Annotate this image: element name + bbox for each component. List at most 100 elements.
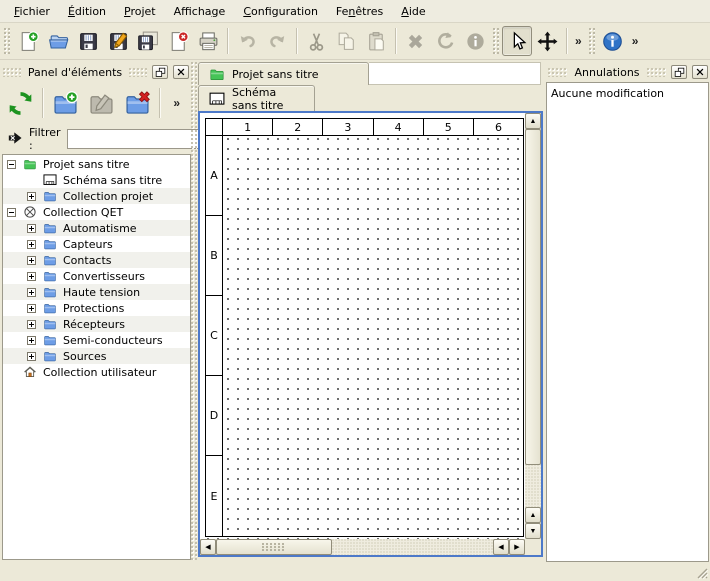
undo-button[interactable] (232, 26, 262, 56)
element-infos-button[interactable] (460, 26, 490, 56)
delete-category-button[interactable] (119, 85, 155, 121)
diagram-canvas[interactable]: 123456 ABCDE (200, 113, 525, 539)
cut-button[interactable] (301, 26, 331, 56)
column-header: 5 (424, 119, 474, 135)
tree-item-recepteurs[interactable]: Récepteurs (3, 316, 190, 332)
expand-icon[interactable] (27, 240, 36, 249)
collapse-icon[interactable] (7, 208, 16, 217)
tree-item-collection-qet[interactable]: Collection QET (3, 204, 190, 220)
paste-button[interactable] (361, 26, 391, 56)
schema-tab-label: Schéma sans titre (232, 86, 304, 112)
scroll-up-button[interactable] (525, 113, 541, 129)
scroll-left-button[interactable] (493, 539, 509, 555)
tab-schema-sans-titre[interactable]: Schéma sans titre (198, 85, 315, 111)
tree-item-schema-sans-titre[interactable]: Schéma sans titre (3, 172, 190, 188)
rotate-selection-button[interactable] (430, 26, 460, 56)
elements-panel-title: Panel d'éléments (26, 66, 124, 79)
scroll-right-button[interactable] (509, 539, 525, 555)
elements-panel-titlebar: Panel d'éléments (3, 64, 189, 80)
menu-fichier[interactable]: Fichier (5, 1, 59, 22)
horizontal-scrollbar-thumb[interactable] (216, 539, 332, 555)
tree-item-automatisme[interactable]: Automatisme (3, 220, 190, 236)
float-panel-button[interactable] (152, 65, 168, 79)
copy-button[interactable] (331, 26, 361, 56)
collapse-icon[interactable] (7, 160, 16, 169)
tree-item-label: Projet sans titre (43, 158, 130, 171)
open-project-button[interactable] (43, 26, 73, 56)
tree-item-collection-projet[interactable]: Collection projet (3, 188, 190, 204)
expand-icon[interactable] (27, 304, 36, 313)
tree-item-label: Récepteurs (63, 318, 125, 331)
dock-splitter[interactable] (191, 62, 197, 560)
close-panel-button[interactable] (692, 65, 708, 79)
scroll-up-button[interactable] (525, 507, 541, 523)
tree-item-collection-utilisateur[interactable]: Collection utilisateur (3, 364, 190, 380)
expand-icon[interactable] (27, 320, 36, 329)
close-panel-button[interactable] (173, 65, 189, 79)
tree-item-protections[interactable]: Protections (3, 300, 190, 316)
print-button[interactable] (193, 26, 223, 56)
scroll-left-button[interactable] (200, 539, 216, 555)
new-category-button[interactable] (47, 85, 83, 121)
expand-icon[interactable] (27, 288, 36, 297)
vertical-scrollbar[interactable] (525, 113, 541, 539)
delete-selection-button[interactable] (400, 26, 430, 56)
reload-collections-button[interactable] (2, 85, 38, 121)
tree-item-projet-sans-titre[interactable]: Projet sans titre (3, 156, 190, 172)
edit-category-button[interactable] (83, 85, 119, 121)
expand-icon[interactable] (27, 256, 36, 265)
menu-configuration[interactable]: Configuration (234, 1, 327, 22)
new-document-button[interactable] (13, 26, 43, 56)
row-headers: ABCDE (206, 119, 223, 536)
menu-projet[interactable]: Projet (115, 1, 165, 22)
horizontal-scrollbar[interactable] (200, 539, 525, 555)
tree-item-capteurs[interactable]: Capteurs (3, 236, 190, 252)
tab-projet-sans-titre[interactable]: Projet sans titre (198, 62, 369, 85)
expand-icon[interactable] (27, 192, 36, 201)
elements-tree: Projet sans titreSchéma sans titreCollec… (2, 154, 191, 560)
expand-icon[interactable] (27, 272, 36, 281)
tree-item-convertisseurs[interactable]: Convertisseurs (3, 268, 190, 284)
elements-toolbar-overflow[interactable]: » (169, 96, 184, 110)
row-header: D (206, 376, 222, 456)
tree-item-semi-conducteurs[interactable]: Semi-conducteurs (3, 332, 190, 348)
float-panel-button[interactable] (671, 65, 687, 79)
diagram-view[interactable]: 123456 ABCDE (198, 111, 543, 557)
select-mode-button[interactable] (502, 26, 532, 56)
expand-icon[interactable] (27, 224, 36, 233)
pan-mode-button[interactable] (532, 26, 562, 56)
column-header: 2 (273, 119, 323, 135)
expand-icon[interactable] (27, 352, 36, 361)
redo-button[interactable] (262, 26, 292, 56)
column-header: 4 (374, 119, 424, 135)
schema-icon (209, 91, 225, 107)
menu-edition[interactable]: Édition (59, 1, 115, 22)
scroll-down-button[interactable] (525, 523, 541, 539)
save-as-button[interactable] (103, 26, 133, 56)
expand-icon[interactable] (27, 336, 36, 345)
toolbar-drag-handle[interactable] (589, 28, 595, 54)
info-toolbar-overflow[interactable]: » (628, 34, 643, 48)
tree-item-label: Schéma sans titre (63, 174, 162, 187)
doc-new-icon (17, 30, 40, 53)
save-all-button[interactable] (133, 26, 163, 56)
tree-item-haute-tension[interactable]: Haute tension (3, 284, 190, 300)
project-tab-label: Projet sans titre (232, 68, 319, 81)
mode-toolbar-overflow[interactable]: » (571, 34, 586, 48)
toolbar-drag-handle[interactable] (4, 28, 10, 54)
menu-aide[interactable]: Aide (392, 1, 434, 22)
menu-affichage[interactable]: Affichage (165, 1, 235, 22)
close-file-button[interactable] (163, 26, 193, 56)
folder-icon (43, 317, 57, 331)
save-button[interactable] (73, 26, 103, 56)
resize-grip-icon[interactable] (695, 566, 708, 579)
menu-fenetres[interactable]: Fenêtres (327, 1, 392, 22)
scissors-icon (305, 30, 328, 53)
toolbar-drag-handle[interactable] (493, 28, 499, 54)
vertical-scrollbar-thumb[interactable] (525, 129, 541, 465)
clear-filter-button[interactable] (7, 130, 23, 149)
tree-item-sources[interactable]: Sources (3, 348, 190, 364)
close-icon (176, 67, 186, 77)
tree-item-contacts[interactable]: Contacts (3, 252, 190, 268)
about-button[interactable] (598, 26, 628, 56)
